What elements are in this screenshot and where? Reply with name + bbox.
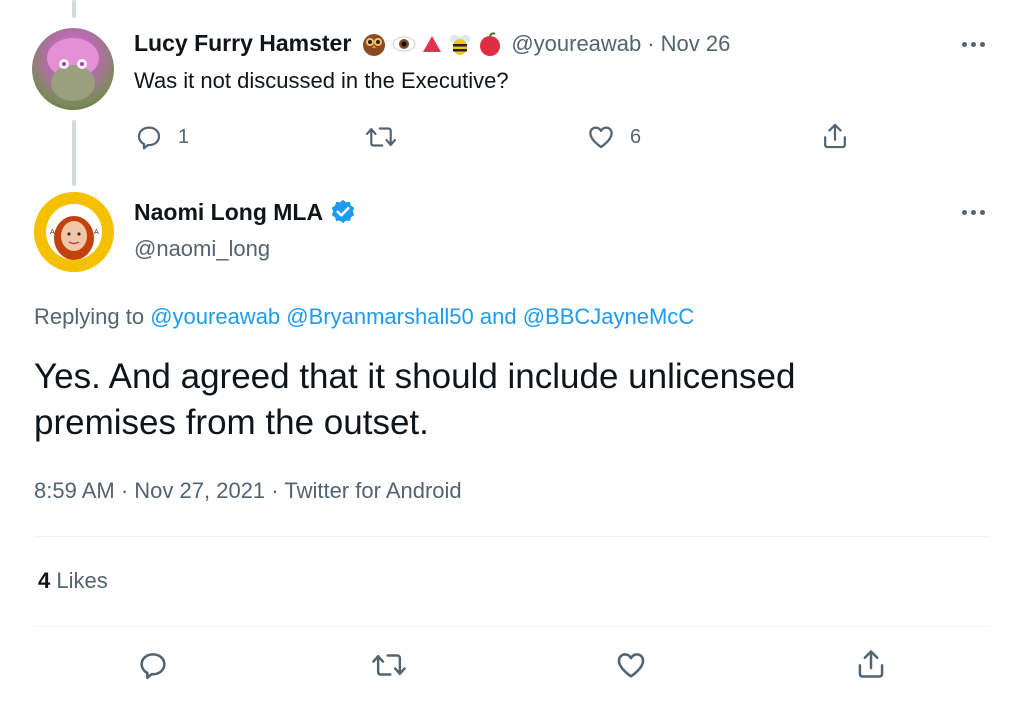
main-tweet-text: Yes. And agreed that it should include u… — [34, 354, 796, 446]
apple-emoji-icon — [480, 31, 501, 56]
divider-top — [34, 536, 990, 537]
replying-to-mention-2[interactable]: @Bryanmarshall50 — [286, 304, 473, 329]
svg-text:A: A — [94, 228, 99, 236]
avatar-naomi[interactable]: A A — [34, 192, 114, 272]
main-tweet-text-line-1: Yes. And agreed that it should include u… — [34, 357, 796, 396]
main-like-button[interactable] — [614, 648, 648, 682]
reply-text: Was it not discussed in the Executive? — [134, 68, 509, 93]
bee-emoji-icon — [450, 34, 471, 55]
likes-summary[interactable]: 4 Likes — [38, 568, 108, 594]
tweet-date[interactable]: Nov 27, 2021 — [134, 478, 265, 503]
reply-retweet-button[interactable] — [364, 122, 398, 152]
thread-line-bottom — [72, 120, 76, 186]
main-more-options-icon[interactable] — [962, 210, 985, 215]
tweet-meta: 8:59 AM · Nov 27, 2021 · Twitter for And… — [34, 478, 462, 504]
avatar-naomi-image: A A — [34, 192, 114, 272]
avatar-lucy[interactable] — [32, 28, 114, 110]
heart-icon — [617, 653, 645, 678]
reply-date[interactable]: Nov 26 — [661, 31, 731, 57]
reply-count: 1 — [178, 125, 190, 148]
author-emoji-row — [361, 31, 503, 57]
replying-to-line: Replying to @youreawab @Bryanmarshall50 … — [34, 304, 694, 330]
main-reply-button[interactable] — [136, 648, 170, 682]
replying-to-label: Replying to — [34, 304, 145, 329]
owl-emoji-icon — [363, 33, 386, 56]
heart-icon — [589, 126, 613, 149]
main-retweet-button[interactable] — [370, 648, 408, 682]
red-triangle-icon — [423, 35, 442, 52]
verified-badge-icon — [331, 199, 355, 224]
main-tweet-text-line-2: premises from the outset. — [34, 403, 429, 442]
reply-handle[interactable]: @youreawab — [511, 31, 641, 57]
tweet-meta-sep-2: · — [271, 478, 279, 503]
reply-author-name[interactable]: Lucy Furry Hamster — [134, 30, 351, 57]
reply-more-options-icon[interactable] — [962, 42, 985, 47]
main-share-button[interactable] — [854, 646, 888, 682]
main-author-row: Naomi Long MLA — [134, 198, 357, 226]
likes-label: Likes — [56, 568, 108, 593]
tweet-source[interactable]: Twitter for Android — [284, 478, 461, 503]
reply-share-button[interactable] — [820, 120, 850, 152]
tweet-time[interactable]: 8:59 AM — [34, 478, 115, 503]
share-icon — [858, 650, 884, 678]
tweet-meta-sep-1: · — [120, 478, 129, 503]
divider-bottom — [34, 626, 990, 627]
main-handle[interactable]: @naomi_long — [134, 236, 270, 262]
avatar-lucy-image — [47, 38, 99, 101]
comment-icon — [140, 653, 166, 680]
eye-emoji-icon — [392, 36, 416, 51]
retweet-icon — [365, 127, 397, 147]
comment-icon — [137, 126, 161, 150]
svg-text:A: A — [50, 228, 55, 236]
retweet-icon — [372, 654, 406, 676]
reply-like-button[interactable]: 6 — [586, 122, 641, 152]
main-author-name[interactable]: Naomi Long MLA — [134, 199, 323, 226]
replying-to-mention-1[interactable]: @youreawab — [150, 304, 280, 329]
reply-like-count: 6 — [630, 125, 642, 148]
likes-count: 4 — [38, 568, 51, 593]
replying-to-mention-3[interactable]: @BBCJayneMcC — [523, 304, 695, 329]
replying-to-and: and — [479, 304, 517, 329]
thread-line-top — [72, 0, 76, 18]
reply-header: Lucy Furry Hamster @youreawab · Nov 26 — [134, 30, 730, 57]
reply-separator: · — [647, 30, 655, 56]
share-icon — [824, 123, 846, 149]
reply-comment-button[interactable]: 1 — [134, 122, 189, 152]
